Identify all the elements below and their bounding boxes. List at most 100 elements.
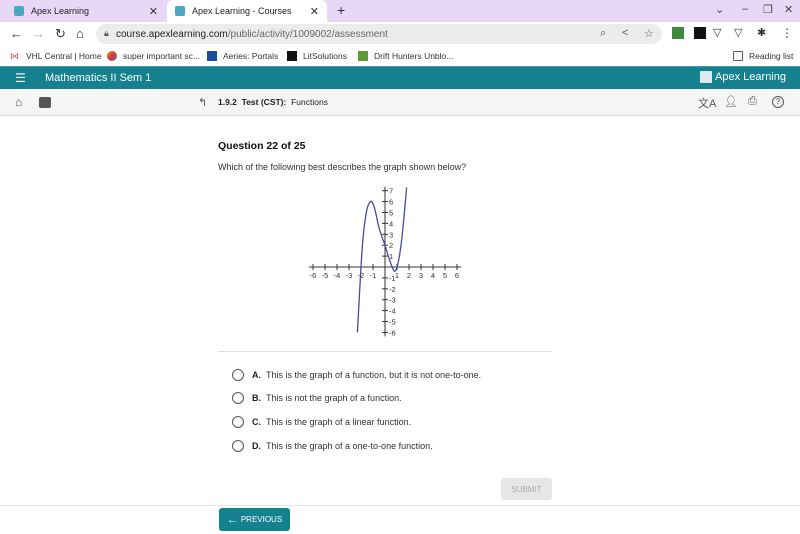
- bookmark-label: super important sc...: [123, 51, 201, 61]
- y-tick-label: -6: [389, 328, 396, 337]
- radio-button[interactable]: [232, 392, 244, 404]
- bookmark-aeries[interactable]: Aeries: Portals: [207, 51, 278, 61]
- browser-tab-active[interactable]: Apex Learning - Courses ✕: [167, 0, 327, 22]
- brand-name: Apex Learning: [715, 71, 786, 83]
- answer-option-d[interactable]: D. This is the graph of a one-to-one fun…: [232, 440, 433, 452]
- answer-option-a[interactable]: A. This is the graph of a function, but …: [232, 369, 481, 381]
- breadcrumb-name: Functions: [291, 97, 328, 107]
- close-window-icon[interactable]: ✕: [784, 3, 793, 16]
- close-tab-icon[interactable]: ✕: [149, 5, 158, 18]
- option-letter: C.: [252, 417, 261, 427]
- up-arrow-icon[interactable]: ↰: [198, 96, 207, 109]
- bookmark-label: Drift Hunters Unblo...: [374, 51, 454, 61]
- x-tick-label: -1: [370, 271, 377, 280]
- bookmark-label: VHL Central | Home: [26, 51, 102, 61]
- restore-icon[interactable]: ❐: [763, 3, 773, 16]
- option-letter: B.: [252, 393, 261, 403]
- x-tick-label: 5: [443, 271, 447, 280]
- minimize-icon[interactable]: –: [742, 3, 748, 15]
- forward-icon[interactable]: →: [32, 26, 45, 41]
- x-tick-label: -3: [346, 271, 353, 280]
- vhl-icon: ⋈: [10, 51, 19, 61]
- y-tick-label: -2: [389, 285, 396, 294]
- back-icon[interactable]: ←: [10, 26, 23, 41]
- share-icon[interactable]: <: [622, 27, 628, 39]
- print-icon[interactable]: ⎙: [748, 95, 757, 108]
- close-tab-icon[interactable]: ✕: [310, 5, 319, 18]
- apex-favicon-icon: [14, 6, 24, 16]
- y-tick-label: 2: [389, 241, 393, 250]
- url-input[interactable]: 🔒︎ course.apexlearning.com/public/activi…: [96, 24, 662, 44]
- url-host: course.apexlearning.com: [116, 28, 228, 40]
- extensions-puzzle-icon[interactable]: ✱: [757, 26, 766, 39]
- y-tick-label: -3: [389, 296, 396, 305]
- previous-button[interactable]: ← PREVIOUS: [219, 508, 290, 531]
- bookmark-vhl[interactable]: ⋈ VHL Central | Home: [10, 51, 102, 61]
- tab-label: Apex Learning: [31, 6, 90, 16]
- bookmark-super-important[interactable]: super important sc...: [107, 51, 200, 61]
- briefcase-icon[interactable]: [39, 97, 51, 108]
- y-tick-label: 5: [389, 209, 393, 218]
- bookmark-drift-hunters[interactable]: Drift Hunters Unblo...: [358, 51, 453, 61]
- divider: [218, 351, 552, 352]
- bookmarks-bar: ⋈ VHL Central | Home super important sc.…: [0, 46, 800, 67]
- lock-icon: 🔒︎: [104, 28, 109, 38]
- answer-option-c[interactable]: C. This is the graph of a linear functio…: [232, 416, 411, 428]
- footer-divider: [0, 505, 800, 506]
- help-icon[interactable]: ?: [772, 96, 784, 108]
- question-area: Question 22 of 25 Which of the following…: [218, 140, 552, 172]
- browser-menu-icon[interactable]: ⋮: [781, 26, 793, 40]
- x-tick-label: 3: [419, 271, 423, 280]
- tab-search-icon[interactable]: ⌄: [715, 3, 724, 16]
- previous-label: PREVIOUS: [240, 515, 283, 524]
- new-tab-button[interactable]: +: [337, 2, 345, 18]
- option-text: This is the graph of a one-to-one functi…: [266, 441, 433, 451]
- answer-option-b[interactable]: B. This is not the graph of a function.: [232, 392, 402, 404]
- extension-lit-icon[interactable]: [694, 27, 706, 39]
- y-tick-label: 3: [389, 230, 393, 239]
- read-aloud-icon[interactable]: 👤︎: [724, 95, 738, 108]
- home-icon[interactable]: ⌂: [76, 26, 84, 41]
- reading-list-label: Reading list: [749, 51, 794, 61]
- x-tick-label: -6: [310, 271, 317, 280]
- x-tick-label: 6: [455, 271, 459, 280]
- extension-shield2-icon[interactable]: ▽: [734, 26, 742, 39]
- breadcrumb: 1.9.2 Test (CST): Functions: [218, 97, 328, 107]
- address-bar-row: ← → ↻ ⌂ 🔒︎ course.apexlearning.com/publi…: [0, 22, 800, 46]
- menu-list-icon[interactable]: ☰: [15, 71, 26, 85]
- breadcrumb-number: 1.9.2: [218, 97, 237, 107]
- radio-button[interactable]: [232, 440, 244, 452]
- option-text: This is the graph of a function, but it …: [266, 370, 482, 380]
- radio-button[interactable]: [232, 369, 244, 381]
- question-prompt: Which of the following best describes th…: [218, 162, 467, 172]
- x-tick-label: 4: [431, 271, 435, 280]
- x-tick-label: 2: [407, 271, 411, 280]
- reload-icon[interactable]: ↻: [55, 26, 66, 42]
- extension-game-icon[interactable]: [672, 27, 684, 39]
- apex-logo-icon: [700, 71, 713, 83]
- submit-button[interactable]: SUBMIT: [501, 478, 552, 500]
- breadcrumb-type: Test (CST):: [241, 97, 287, 107]
- bookmark-label: LitSolutions: [303, 51, 347, 61]
- bookmark-label: Aeries: Portals: [223, 51, 279, 61]
- browser-tab[interactable]: Apex Learning ✕: [6, 0, 166, 22]
- extension-shield-icon[interactable]: ▽: [713, 26, 721, 39]
- option-text: This is not the graph of a function.: [266, 393, 402, 403]
- x-tick-label: -5: [322, 271, 329, 280]
- option-letter: D.: [252, 441, 261, 451]
- translate-icon[interactable]: 文A: [698, 95, 716, 111]
- bookmark-litsolutions[interactable]: LitSolutions: [287, 51, 347, 61]
- apex-learning-logo: Apex Learning: [700, 71, 786, 83]
- game-icon: [358, 51, 368, 61]
- reading-list-button[interactable]: Reading list: [733, 51, 793, 61]
- arrow-left-icon: ←: [226, 513, 238, 526]
- browser-tab-bar: Apex Learning ✕ Apex Learning - Courses …: [0, 0, 800, 22]
- option-text: This is the graph of a linear function.: [266, 417, 412, 427]
- y-tick-label: -4: [389, 307, 396, 316]
- home-icon[interactable]: ⌂: [15, 95, 22, 109]
- bookmark-star-icon[interactable]: ☆: [644, 27, 654, 40]
- zoom-icon[interactable]: ⌕: [600, 27, 606, 40]
- radio-button[interactable]: [232, 416, 244, 428]
- colorful-icon: [107, 51, 117, 61]
- x-tick-label: -4: [334, 271, 341, 280]
